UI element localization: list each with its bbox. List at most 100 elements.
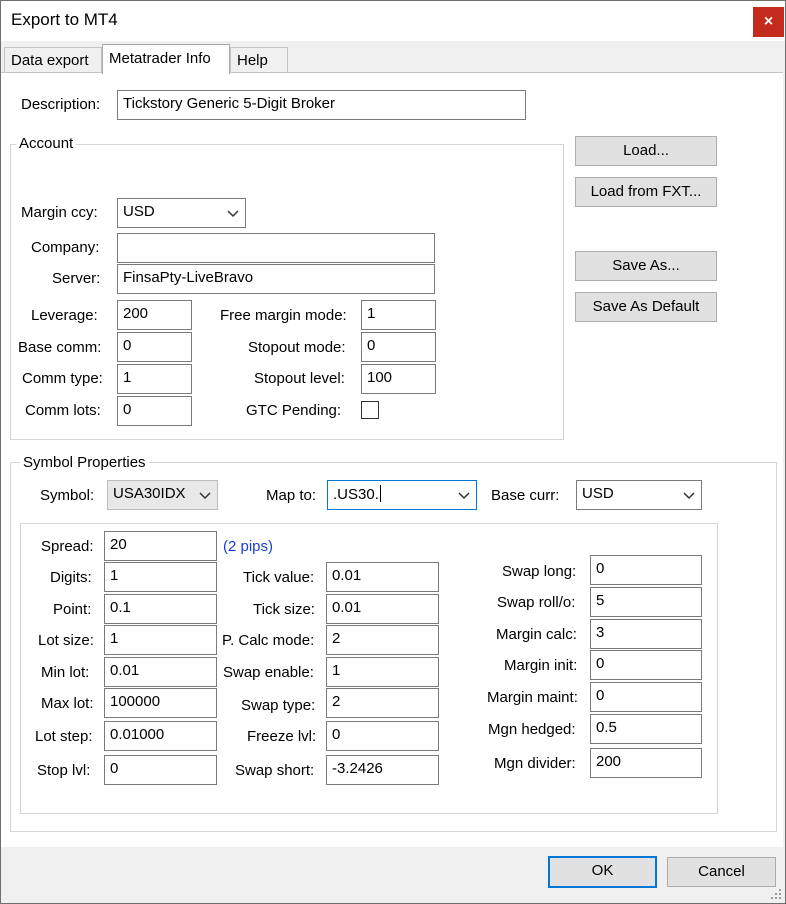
point-input[interactable]: 0.1	[104, 594, 217, 624]
swap-short-input[interactable]: -3.2426	[326, 755, 439, 785]
digits-input[interactable]: 1	[104, 562, 217, 592]
save-as-default-button[interactable]: Save As Default	[575, 292, 717, 322]
min-lot-label: Min lot:	[41, 664, 90, 681]
comm-lots-label: Comm lots:	[25, 402, 101, 419]
lot-step-label: Lot step:	[35, 728, 93, 745]
spread-input[interactable]: 20	[104, 531, 217, 561]
free-margin-mode-label: Free margin mode:	[220, 307, 347, 324]
stopout-mode-label: Stopout mode:	[248, 339, 346, 356]
margin-maint-input[interactable]: 0	[590, 682, 702, 712]
base-comm-input[interactable]: 0	[117, 332, 192, 362]
point-label: Point:	[53, 601, 92, 618]
tab-metatrader-info[interactable]: Metatrader Info	[102, 44, 230, 74]
tab-panel: Description: Tickstory Generic 5-Digit B…	[1, 72, 783, 847]
window-title: Export to MT4	[11, 10, 118, 29]
map-to-value: .US30.	[333, 486, 379, 503]
swap-long-label: Swap long:	[502, 563, 577, 580]
margin-calc-label: Margin calc:	[496, 626, 577, 643]
margin-maint-label: Margin maint:	[487, 689, 578, 706]
margin-init-input[interactable]: 0	[590, 650, 702, 680]
margin-ccy-value: USD	[123, 203, 155, 220]
close-icon[interactable]: ×	[753, 7, 784, 37]
server-label: Server:	[52, 270, 101, 287]
company-label: Company:	[31, 239, 100, 256]
spread-label: Spread:	[41, 538, 94, 555]
p-calc-mode-label: P. Calc mode:	[222, 632, 315, 649]
mgn-hedged-label: Mgn hedged:	[488, 721, 576, 738]
tab-help[interactable]: Help	[230, 47, 288, 73]
free-margin-mode-input[interactable]: 1	[361, 300, 436, 330]
freeze-lvl-input[interactable]: 0	[326, 721, 439, 751]
swap-type-label: Swap type:	[241, 697, 316, 714]
swap-rollo-input[interactable]: 5	[590, 587, 702, 617]
map-to-select[interactable]: .US30.	[327, 480, 477, 510]
cancel-button[interactable]: Cancel	[667, 857, 776, 887]
base-curr-select[interactable]: USD	[576, 480, 702, 510]
base-comm-label: Base comm:	[18, 339, 102, 356]
load-from-fxt-button[interactable]: Load from FXT...	[575, 177, 717, 207]
leverage-label: Leverage:	[31, 307, 98, 324]
tick-size-label: Tick size:	[253, 601, 315, 618]
leverage-input[interactable]: 200	[117, 300, 192, 330]
ok-button[interactable]: OK	[548, 856, 657, 888]
chevron-down-icon	[683, 492, 695, 500]
mgn-divider-label: Mgn divider:	[494, 755, 576, 772]
swap-short-label: Swap short:	[235, 762, 315, 779]
tab-data-export[interactable]: Data export	[4, 47, 102, 73]
stop-lvl-label: Stop lvl:	[37, 762, 91, 779]
stopout-level-label: Stopout level:	[254, 370, 345, 387]
max-lot-input[interactable]: 100000	[104, 688, 217, 718]
company-input[interactable]	[117, 233, 435, 263]
comm-type-input[interactable]: 1	[117, 364, 192, 394]
mgn-divider-input[interactable]: 200	[590, 748, 702, 778]
margin-init-label: Margin init:	[504, 657, 578, 674]
spread-pips-hint: (2 pips)	[223, 538, 274, 555]
stopout-level-input[interactable]: 100	[361, 364, 436, 394]
swap-enable-label: Swap enable:	[223, 664, 314, 681]
account-group-title: Account	[16, 135, 77, 152]
symbol-label: Symbol:	[40, 487, 95, 504]
title-bar: Export to MT4 ×	[1, 1, 785, 41]
dialog-footer: OK Cancel	[1, 847, 785, 903]
stopout-mode-input[interactable]: 0	[361, 332, 436, 362]
map-to-label: Map to:	[266, 487, 317, 504]
margin-ccy-select[interactable]: USD	[117, 198, 246, 228]
mgn-hedged-input[interactable]: 0.5	[590, 714, 702, 744]
tick-size-input[interactable]: 0.01	[326, 594, 439, 624]
export-dialog: Export to MT4 × Data export Metatrader I…	[0, 0, 786, 904]
digits-label: Digits:	[50, 569, 92, 586]
description-input[interactable]: Tickstory Generic 5-Digit Broker	[117, 90, 526, 120]
swap-enable-input[interactable]: 1	[326, 657, 439, 687]
lot-size-label: Lot size:	[38, 632, 94, 649]
tick-value-input[interactable]: 0.01	[326, 562, 439, 592]
tick-value-label: Tick value:	[243, 569, 315, 586]
symbol-value: USA30IDX	[113, 485, 186, 502]
freeze-lvl-label: Freeze lvl:	[247, 728, 317, 745]
comm-lots-input[interactable]: 0	[117, 396, 192, 426]
text-caret	[379, 485, 381, 502]
lot-step-input[interactable]: 0.01000	[104, 721, 217, 751]
lot-size-input[interactable]: 1	[104, 625, 217, 655]
server-input[interactable]: FinsaPty-LiveBravo	[117, 264, 435, 294]
symbol-properties-title: Symbol Properties	[20, 454, 149, 471]
p-calc-mode-input[interactable]: 2	[326, 625, 439, 655]
base-curr-value: USD	[582, 485, 614, 502]
min-lot-input[interactable]: 0.01	[104, 657, 217, 687]
resize-grip-icon[interactable]	[770, 888, 782, 900]
gtc-pending-label: GTC Pending:	[246, 402, 342, 419]
chevron-down-icon	[199, 492, 211, 500]
swap-rollo-label: Swap roll/o:	[497, 594, 576, 611]
swap-long-input[interactable]: 0	[590, 555, 702, 585]
swap-type-input[interactable]: 2	[326, 688, 439, 718]
max-lot-label: Max lot:	[41, 695, 94, 712]
save-as-button[interactable]: Save As...	[575, 251, 717, 281]
stop-lvl-input[interactable]: 0	[104, 755, 217, 785]
margin-calc-input[interactable]: 3	[590, 619, 702, 649]
description-label: Description:	[21, 96, 101, 113]
load-button[interactable]: Load...	[575, 136, 717, 166]
gtc-pending-checkbox[interactable]	[361, 401, 379, 419]
chevron-down-icon	[458, 492, 470, 500]
base-curr-label: Base curr:	[491, 487, 560, 504]
margin-ccy-label: Margin ccy:	[21, 204, 98, 221]
symbol-select[interactable]: USA30IDX	[107, 480, 218, 510]
